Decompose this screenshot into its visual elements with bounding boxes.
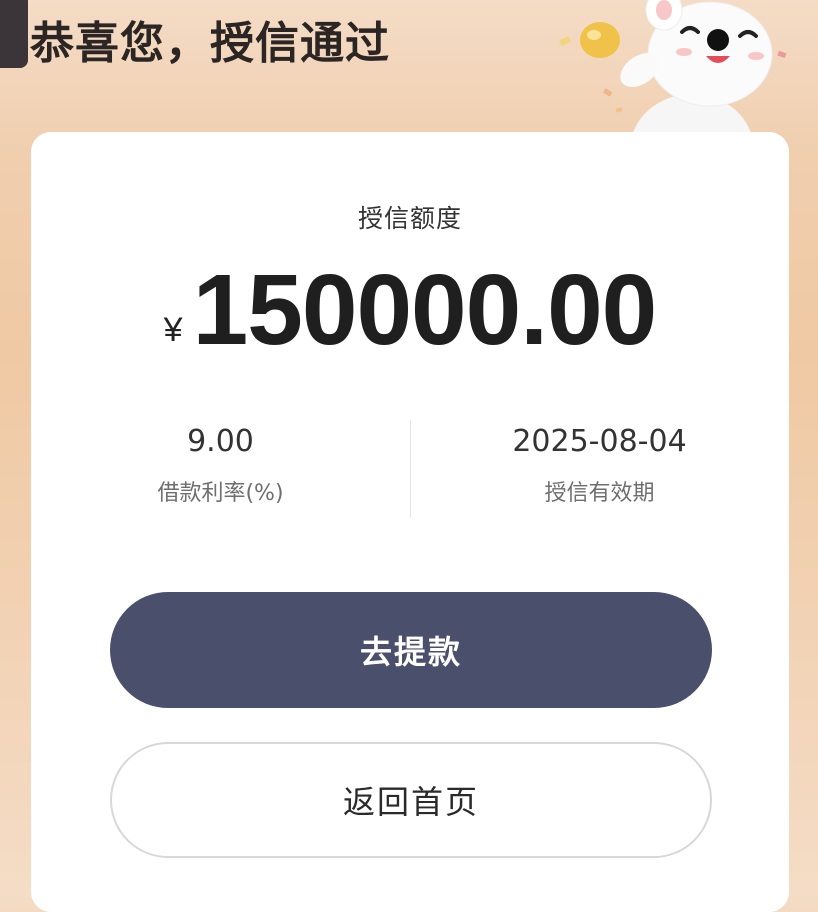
corner-back-chip[interactable]	[0, 0, 28, 68]
interest-rate-block: 9.00 借款利率(%)	[31, 420, 410, 530]
interest-rate-label: 借款利率(%)	[157, 481, 284, 506]
currency-symbol: ¥	[163, 311, 183, 349]
credit-amount: 150000.00	[192, 254, 658, 366]
validity-block: 2025-08-04 授信有效期	[410, 420, 789, 530]
page-title: 恭喜您，授信通过	[30, 18, 390, 69]
credit-amount-row: ¥ 150000.00	[31, 250, 789, 360]
validity-date-value: 2025-08-04	[512, 424, 687, 459]
back-home-button[interactable]: 返回首页	[110, 742, 712, 858]
withdraw-button[interactable]: 去提款	[110, 592, 712, 708]
validity-label: 授信有效期	[544, 481, 655, 506]
credit-card: 授信额度 ¥ 150000.00 9.00 借款利率(%) 2025-08-04…	[31, 132, 789, 912]
credit-limit-label: 授信额度	[357, 204, 462, 233]
interest-rate-value: 9.00	[187, 424, 254, 459]
credit-details-row: 9.00 借款利率(%) 2025-08-04 授信有效期	[31, 420, 789, 530]
